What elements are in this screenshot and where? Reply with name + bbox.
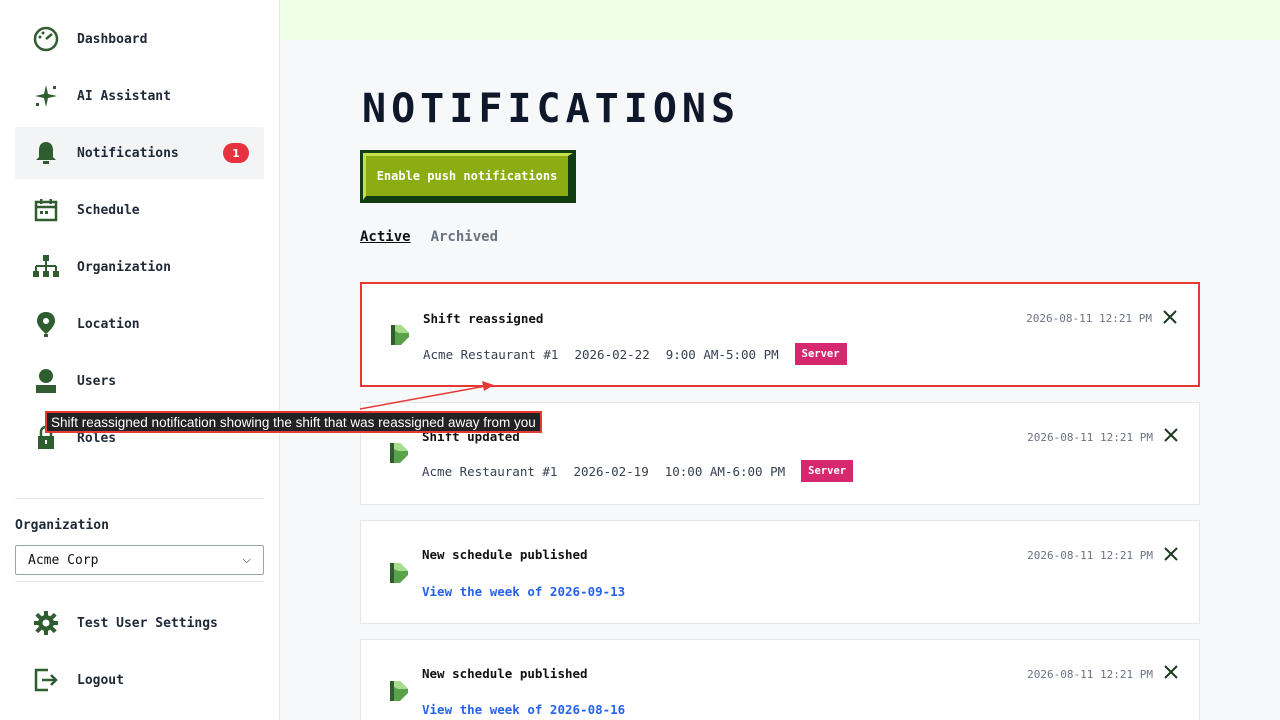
- notification-timestamp: 2026-08-11 12:21 PM: [1027, 549, 1153, 562]
- notification-title: Shift reassigned: [423, 311, 544, 326]
- notification-detail: Acme Restaurant #1 2026-02-22 9:00 AM-5:…: [423, 343, 847, 365]
- notification-date: 2026-02-22: [574, 346, 650, 362]
- sidebar-item-organization[interactable]: Organization: [15, 241, 264, 293]
- top-banner: [280, 0, 1280, 40]
- notification-tabs: Active Archived: [360, 229, 498, 245]
- user-icon: [30, 365, 62, 397]
- calendar-icon: [30, 194, 62, 226]
- tab-active[interactable]: Active: [360, 229, 411, 245]
- close-icon[interactable]: [1162, 309, 1178, 325]
- location-pin-icon: [30, 308, 62, 340]
- close-icon[interactable]: [1163, 664, 1179, 680]
- notification-detail: Acme Restaurant #1 2026-02-19 10:00 AM-6…: [422, 460, 854, 482]
- sidebar-item-notifications[interactable]: Notifications 1: [15, 127, 264, 179]
- notification-time-range: 9:00 AM-5:00 PM: [665, 346, 779, 362]
- chevron-down-icon: ⌵: [242, 553, 251, 566]
- org-chart-icon: [30, 251, 62, 283]
- sidebar-divider: [15, 581, 264, 582]
- push-button-label: Enable push notifications: [363, 153, 573, 200]
- notification-card[interactable]: New schedule published View the week of …: [360, 639, 1200, 720]
- sidebar-item-label: Schedule: [77, 202, 140, 218]
- organization-select[interactable]: Acme Corp ⌵: [15, 545, 264, 575]
- sidebar-item-location[interactable]: Location: [15, 298, 264, 350]
- view-week-link[interactable]: View the week of 2026-09-13: [422, 584, 625, 599]
- sidebar-divider: [15, 498, 264, 499]
- notification-timestamp: 2026-08-11 12:21 PM: [1026, 312, 1152, 325]
- organization-label: Organization: [15, 518, 109, 533]
- logout-icon: [30, 664, 62, 696]
- bell-icon: [390, 563, 408, 583]
- bell-icon: [391, 325, 409, 345]
- notification-card[interactable]: New schedule published View the week of …: [360, 520, 1200, 624]
- sidebar-item-label: Test User Settings: [77, 615, 218, 631]
- role-tag: Server: [801, 460, 854, 482]
- sidebar-item-label: AI Assistant: [77, 88, 171, 104]
- sidebar-item-label: Logout: [77, 672, 124, 688]
- sparkle-icon: [30, 80, 62, 112]
- sidebar-item-label: Organization: [77, 259, 171, 275]
- bell-icon: [390, 681, 408, 701]
- notification-title: New schedule published: [422, 547, 588, 562]
- sidebar-item-users[interactable]: Users: [15, 355, 264, 407]
- sidebar-item-label: Notifications: [77, 145, 179, 161]
- tab-archived[interactable]: Archived: [431, 229, 498, 245]
- notification-time-range: 10:00 AM-6:00 PM: [664, 463, 786, 479]
- notification-date: 2026-02-19: [573, 463, 649, 479]
- sidebar-item-settings[interactable]: Test User Settings: [15, 597, 264, 649]
- sidebar-item-label: Dashboard: [77, 31, 148, 47]
- sidebar-item-logout[interactable]: Logout: [15, 654, 264, 706]
- bell-icon: [30, 137, 62, 169]
- notification-location: Acme Restaurant #1: [423, 346, 559, 362]
- notification-title: New schedule published: [422, 666, 588, 681]
- annotation-tooltip: Shift reassigned notification showing th…: [45, 411, 542, 433]
- sidebar-item-schedule[interactable]: Schedule: [15, 184, 264, 236]
- notification-timestamp: 2026-08-11 12:21 PM: [1027, 431, 1153, 444]
- close-icon[interactable]: [1163, 427, 1179, 443]
- sidebar-item-label: Location: [77, 316, 140, 332]
- gear-icon: [30, 607, 62, 639]
- notification-card[interactable]: Shift reassigned Acme Restaurant #1 2026…: [360, 282, 1200, 387]
- sidebar-bottom-nav: Test User Settings Logout: [15, 597, 264, 711]
- page-title: NOTIFICATIONS: [362, 86, 741, 132]
- notification-location: Acme Restaurant #1: [422, 463, 558, 479]
- enable-push-notifications-button[interactable]: Enable push notifications: [360, 150, 576, 203]
- role-tag: Server: [794, 343, 847, 365]
- organization-selected-value: Acme Corp: [28, 552, 99, 568]
- view-week-link[interactable]: View the week of 2026-08-16: [422, 702, 625, 717]
- notification-count-badge: 1: [223, 143, 249, 163]
- bell-icon: [390, 443, 408, 463]
- sidebar-item-label: Users: [77, 373, 117, 389]
- close-icon[interactable]: [1163, 546, 1179, 562]
- notification-timestamp: 2026-08-11 12:21 PM: [1027, 668, 1153, 681]
- sidebar-item-ai-assistant[interactable]: AI Assistant: [15, 70, 264, 122]
- sidebar-item-dashboard[interactable]: Dashboard: [15, 13, 264, 65]
- sidebar: Dashboard AI Assistant Notifications 1 S…: [0, 0, 280, 720]
- dashboard-icon: [30, 23, 62, 55]
